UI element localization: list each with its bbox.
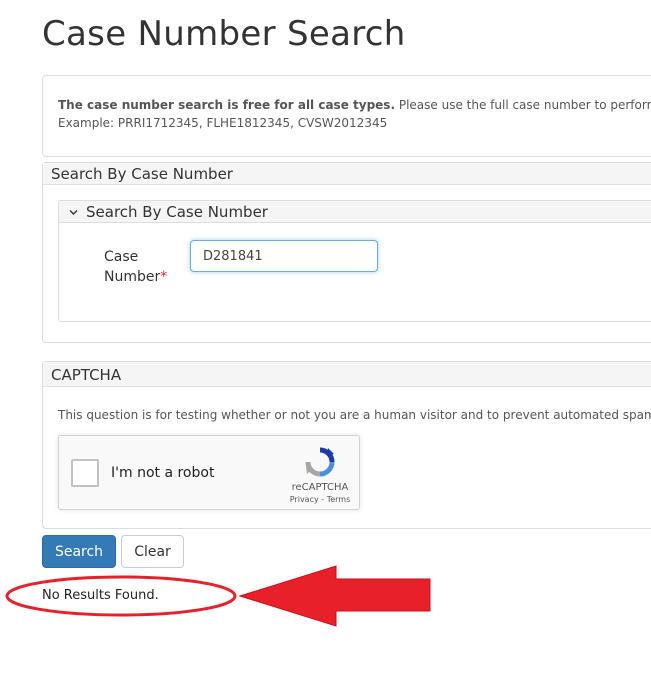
case-number-label-line2: Number: [104, 269, 161, 285]
search-sub-panel: Search By Case Number Case Number*: [58, 200, 651, 322]
search-button[interactable]: Search: [42, 535, 116, 568]
recaptcha-widget: I'm not a robot reCAPTCHA Privacy - Term…: [58, 435, 360, 510]
intro-text: The case number search is free for all c…: [58, 96, 651, 132]
intro-panel: The case number search is free for all c…: [42, 75, 651, 157]
recaptcha-label: I'm not a robot: [111, 465, 215, 481]
chevron-down-icon[interactable]: [69, 202, 78, 224]
required-marker: *: [160, 269, 168, 285]
intro-body-text: Please use the full case number to perfo…: [395, 98, 651, 112]
case-number-input[interactable]: [190, 240, 378, 272]
recaptcha-logo-icon: [305, 447, 335, 477]
case-number-label-line1: Case: [104, 249, 139, 265]
captcha-panel-heading: CAPTCHA: [43, 362, 651, 387]
search-sub-panel-title: Search By Case Number: [86, 203, 268, 221]
case-number-label: Case Number*: [104, 247, 167, 287]
page-title: Case Number Search: [42, 14, 406, 54]
intro-bold-text: The case number search is free for all c…: [58, 98, 396, 112]
captcha-description: This question is for testing whether or …: [58, 408, 651, 422]
recaptcha-checkbox[interactable]: [71, 459, 99, 487]
recaptcha-terms[interactable]: Privacy - Terms: [279, 495, 361, 504]
recaptcha-brand: reCAPTCHA: [291, 482, 349, 493]
clear-button[interactable]: Clear: [121, 535, 184, 568]
search-panel-heading: Search By Case Number: [43, 163, 651, 185]
result-message: No Results Found.: [42, 588, 159, 603]
captcha-panel: CAPTCHA This question is for testing whe…: [42, 361, 651, 529]
search-panel: Search By Case Number Search By Case Num…: [42, 162, 651, 343]
search-sub-panel-heading[interactable]: Search By Case Number: [59, 201, 651, 223]
intro-example: Example: PRRI1712345, FLHE1812345, CVSW2…: [58, 116, 388, 130]
left-arrow-icon: [238, 565, 431, 627]
